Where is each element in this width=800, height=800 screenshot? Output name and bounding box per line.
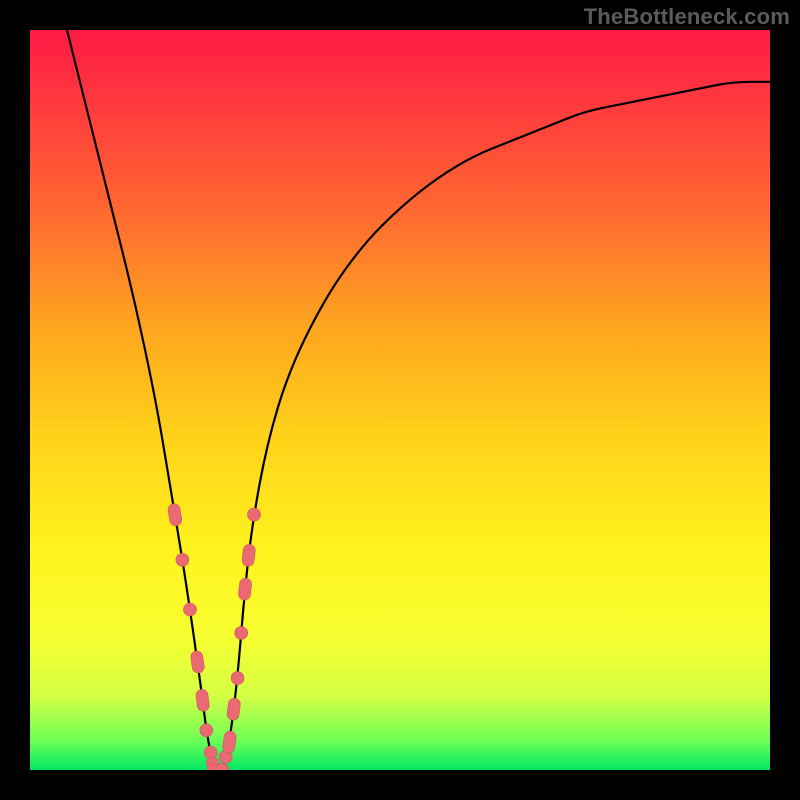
bead-capsule xyxy=(238,578,252,601)
bead-capsule xyxy=(226,698,241,721)
curve-layer xyxy=(30,30,770,770)
bead-group xyxy=(167,503,260,770)
bead-capsule xyxy=(195,689,210,712)
plot-area xyxy=(30,30,770,770)
bead-capsule xyxy=(222,730,237,754)
bead-dot xyxy=(184,603,197,616)
chart-frame: TheBottleneck.com xyxy=(0,0,800,800)
bead-dot xyxy=(176,553,189,566)
bottleneck-curve xyxy=(67,30,770,770)
bead-dot xyxy=(248,508,261,521)
bead-dot xyxy=(200,724,213,737)
bead-capsule xyxy=(190,650,205,673)
bead-dot xyxy=(235,627,248,640)
bead-capsule xyxy=(167,503,182,527)
bead-dot xyxy=(231,672,244,685)
bead-capsule xyxy=(242,544,256,567)
watermark-text: TheBottleneck.com xyxy=(584,4,790,30)
